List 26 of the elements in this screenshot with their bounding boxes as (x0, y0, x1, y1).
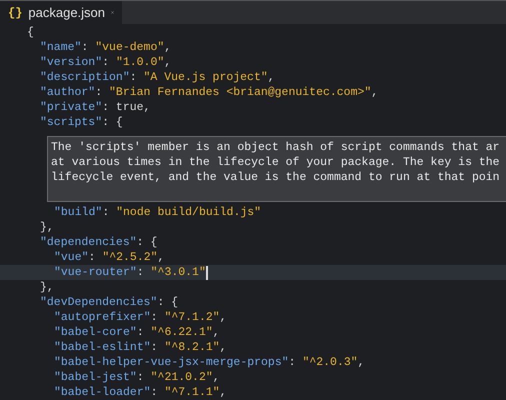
code-line: { (27, 25, 34, 40)
tooltip-text: lifecycle event, and the value is the command to run at that poin (51, 170, 501, 185)
code-line: "autoprefixer": "^7.1.2", (54, 310, 227, 325)
editor-tab[interactable]: {} package.json (0, 1, 122, 24)
code-line: "vue-router": "^3.0.1" (54, 265, 206, 280)
code-line: "name": "vue-demo", (40, 40, 172, 55)
code-line: }, (40, 280, 54, 295)
code-line: "babel-core": "^6.22.1", (54, 325, 220, 340)
code-line: "babel-jest": "^21.0.2", (54, 370, 220, 385)
code-line: "babel-eslint": "^8.2.1", (54, 340, 227, 355)
tooltip-text: at various times in the lifecycle of your package. The key is the (51, 155, 501, 170)
code-line: "build": "node build/build.js" (54, 205, 262, 220)
tooltip-text: The 'scripts' member is an object hash of script commands that ar (51, 140, 501, 155)
code-line: "devDependencies": { (40, 295, 178, 310)
json-file-icon: {} (8, 4, 22, 22)
code-line: "version": "1.0.0", (40, 55, 172, 70)
code-line: "babel-helper-vue-jsx-merge-props": "^2.0.3", (54, 355, 365, 370)
code-line: }, (40, 220, 54, 235)
code-line: "vue": "^2.5.2", (54, 250, 164, 265)
code-line: "babel-loader": "^7.1.1", (54, 385, 227, 400)
tab-label: package.json (28, 4, 106, 22)
code-line: "author": "Brian Fernandes <brian@genuitec.com>", (40, 85, 378, 100)
code-line: "dependencies": { (40, 235, 158, 250)
code-line: "private": true, (40, 100, 150, 115)
code-line: "scripts": { (40, 115, 123, 130)
code-line: "description": "A Vue.js project", (40, 70, 275, 85)
